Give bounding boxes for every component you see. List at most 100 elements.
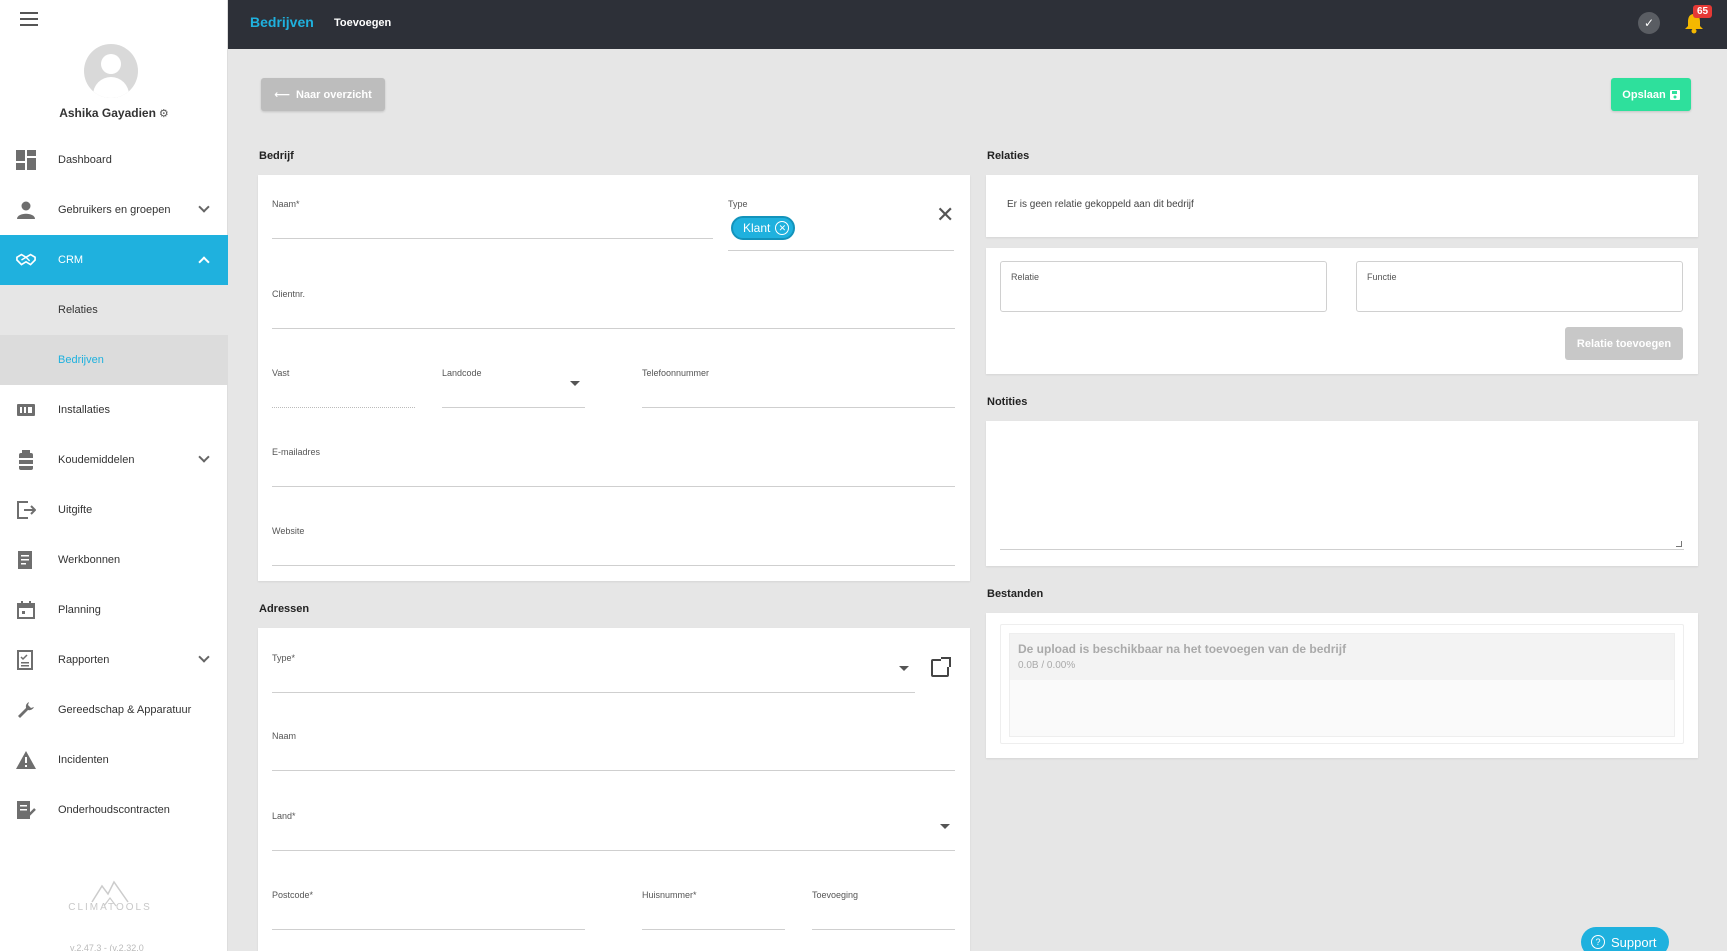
vast-field[interactable]: Vast: [272, 368, 415, 408]
section-title-relaties: Relaties: [987, 150, 1030, 162]
land-select[interactable]: Land*: [272, 811, 955, 851]
section-title-adressen: Adressen: [259, 603, 310, 615]
toevoeging-label: Toevoeging: [812, 890, 859, 900]
save-button[interactable]: Opslaan: [1611, 78, 1691, 111]
floppy-icon: [1669, 89, 1680, 100]
sidebar-item-label: CRM: [58, 254, 84, 266]
warning-icon: [16, 750, 36, 770]
sidebar-item-label: Koudemiddelen: [58, 454, 135, 466]
user-icon: [16, 200, 36, 220]
landcode-label: Landcode: [442, 368, 482, 378]
website-label: Website: [272, 526, 305, 536]
caret-down-icon: [940, 824, 950, 829]
naam-field[interactable]: Naam*: [272, 199, 713, 239]
telefoon-field[interactable]: Telefoonnummer: [642, 368, 955, 408]
version-text: v.2.47.3 - (v.2.32.0: [70, 943, 144, 951]
relatie-select[interactable]: Relatie: [1000, 261, 1327, 312]
help-icon: ?: [1591, 935, 1605, 949]
caret-down-icon: [899, 666, 909, 671]
sidebar-item-planning[interactable]: Planning: [0, 585, 228, 635]
brand-logo: CLIMATOOLS: [60, 880, 160, 913]
calendar-icon: [16, 600, 36, 620]
relaties-empty-text: Er is geen relatie gekoppeld aan dit bed…: [1007, 199, 1194, 210]
support-button[interactable]: ? Support: [1581, 927, 1669, 951]
sidebar-nav: Dashboard Gebruikers en groepen CRM Rela…: [0, 135, 228, 835]
sidebar-item-dashboard[interactable]: Dashboard: [0, 135, 228, 185]
sidebar-item-rapporten[interactable]: Rapporten: [0, 635, 228, 685]
postcode-field[interactable]: Postcode*: [272, 890, 585, 930]
support-label: Support: [1611, 934, 1657, 950]
land-label: Land*: [272, 811, 296, 821]
adres-type-label: Type*: [272, 653, 296, 663]
gear-icon[interactable]: ⚙: [159, 108, 169, 120]
clear-type-icon[interactable]: ✕: [936, 204, 954, 226]
caret-down-icon: [570, 381, 580, 386]
sidebar-item-gebruikers[interactable]: Gebruikers en groepen: [0, 185, 228, 235]
sidebar-subitem-relaties[interactable]: Relaties: [0, 285, 228, 335]
huisnummer-field[interactable]: Huisnummer*: [642, 890, 785, 930]
user-name[interactable]: Ashika Gayadien ⚙: [0, 106, 228, 120]
sidebar-subitem-label: Relaties: [58, 304, 98, 316]
back-to-overview-button[interactable]: ⟵ Naar overzicht: [261, 78, 385, 111]
sidebar-item-label: Rapporten: [58, 654, 110, 666]
check-icon[interactable]: ✓: [1638, 12, 1660, 34]
email-field[interactable]: E-mailadres: [272, 447, 955, 487]
relatie-label: Relatie: [1011, 272, 1040, 282]
menu-icon[interactable]: [20, 12, 38, 26]
chevron-down-icon: [198, 201, 210, 213]
wrench-icon: [16, 700, 36, 720]
section-title-bestanden: Bestanden: [987, 588, 1044, 600]
chevron-up-icon: [198, 256, 210, 268]
sidebar-item-incidenten[interactable]: Incidenten: [0, 735, 228, 785]
type-label: Type: [728, 199, 748, 209]
installation-icon: [16, 400, 36, 420]
sidebar-item-installaties[interactable]: Installaties: [0, 385, 228, 435]
sidebar-item-werkbonnen[interactable]: Werkbonnen: [0, 535, 228, 585]
sidebar-subitem-label: Bedrijven: [58, 354, 104, 366]
chevron-down-icon: [198, 451, 210, 463]
dashboard-icon: [16, 150, 36, 170]
sidebar-item-koudemiddelen[interactable]: Koudemiddelen: [0, 435, 228, 485]
mountain-logo-icon: [91, 880, 129, 907]
sidebar-item-gereedschap[interactable]: Gereedschap & Apparatuur: [0, 685, 228, 735]
toevoeging-field[interactable]: Toevoeging: [812, 890, 955, 930]
landcode-select[interactable]: Landcode: [442, 368, 585, 408]
sidebar-item-crm[interactable]: CRM: [0, 235, 228, 285]
upload-inner: De upload is beschikbaar na het toevoege…: [1009, 633, 1675, 737]
adres-naam-field[interactable]: Naam: [272, 731, 955, 771]
type-chip-klant[interactable]: Klant ✕: [731, 216, 795, 240]
avatar[interactable]: [84, 44, 138, 98]
page-subtitle: Toevoegen: [334, 17, 392, 29]
functie-label: Functie: [1367, 272, 1397, 282]
save-button-label: Opslaan: [1622, 88, 1666, 101]
clientnr-field[interactable]: Clientnr.: [272, 289, 955, 329]
sidebar-item-label: Onderhoudscontracten: [58, 804, 170, 816]
sidebar-item-label: Gereedschap & Apparatuur: [58, 704, 192, 716]
upload-size: 0.0B / 0.00%: [1018, 660, 1076, 671]
type-field[interactable]: Type: [728, 199, 954, 251]
sidebar-subitem-bedrijven[interactable]: Bedrijven: [0, 335, 228, 385]
open-external-icon[interactable]: [931, 657, 951, 677]
telefoon-label: Telefoonnummer: [642, 368, 710, 378]
relatie-toevoegen-button[interactable]: Relatie toevoegen: [1565, 327, 1683, 360]
sidebar-item-onderhoudscontracten[interactable]: Onderhoudscontracten: [0, 785, 228, 835]
upload-message: De upload is beschikbaar na het toevoege…: [1018, 642, 1347, 656]
chip-remove-icon[interactable]: ✕: [775, 221, 790, 235]
sidebar: Ashika Gayadien ⚙ Dashboard Gebruikers en…: [0, 0, 228, 951]
exit-icon: [16, 500, 36, 520]
resize-handle-icon[interactable]: [1676, 541, 1682, 547]
functie-field[interactable]: Functie: [1356, 261, 1683, 312]
contract-icon: [16, 800, 36, 820]
page-title[interactable]: Bedrijven: [250, 14, 314, 30]
adres-type-select[interactable]: Type*: [272, 653, 915, 693]
relaties-empty-card: Er is geen relatie gekoppeld aan dit bed…: [986, 175, 1698, 237]
report-icon: [16, 650, 36, 670]
user-name-text: Ashika Gayadien: [59, 106, 156, 120]
chip-label: Klant: [743, 221, 771, 235]
website-field[interactable]: Website: [272, 526, 955, 566]
notities-textarea[interactable]: [1000, 430, 1684, 550]
sidebar-item-uitgifte[interactable]: Uitgifte: [0, 485, 228, 535]
notification-badge: 65: [1693, 5, 1713, 18]
arrow-left-icon: ⟵: [274, 89, 290, 101]
naam-label: Naam*: [272, 199, 300, 209]
